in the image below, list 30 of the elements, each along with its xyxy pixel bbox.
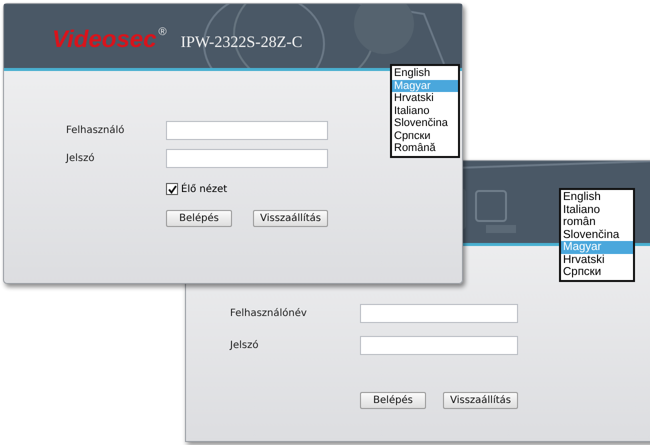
language-list[interactable]: English Italiano român Slovenčina Magyar Hrvatski Српски (559, 188, 635, 282)
field-label: Felhasználó (66, 125, 126, 136)
language-option[interactable]: român (561, 216, 633, 228)
field-label: Felhasználónév (230, 308, 308, 319)
language-option[interactable]: Italiano (392, 104, 458, 117)
login-button[interactable]: Belépés (166, 210, 232, 227)
reset-button[interactable]: Visszaállítás (443, 392, 518, 409)
reset-button[interactable]: Visszaállítás (253, 210, 328, 227)
field-label: Jelszó (230, 340, 260, 351)
language-option[interactable]: Slovenčina (561, 228, 633, 241)
language-option[interactable]: Српски (392, 130, 458, 142)
language-option[interactable]: Hrvatski (392, 92, 458, 104)
language-list[interactable]: English Magyar Hrvatski Italiano Slovenčina Српски Română (390, 64, 460, 158)
language-option[interactable]: Română (392, 142, 458, 154)
model-name: IPW-2322S-28Z-C (180, 34, 302, 52)
language-option[interactable]: Italiano (561, 204, 633, 216)
checkbox[interactable] (166, 183, 178, 195)
language-option[interactable]: Hrvatski (561, 254, 633, 266)
input-field[interactable] (166, 149, 328, 168)
input-field[interactable] (166, 121, 328, 140)
checkbox-label: Élő nézet (181, 184, 228, 194)
language-option[interactable]: English (561, 191, 633, 204)
login-button[interactable]: Belépés (360, 392, 426, 409)
input-field[interactable] (360, 304, 518, 323)
input-field[interactable] (360, 336, 518, 355)
language-option[interactable]: English (392, 67, 458, 80)
field-label: Jelszó (66, 153, 96, 164)
brand-logo: Videosec$^{®}$ (52, 26, 167, 54)
language-option[interactable]: Slovenčina (392, 117, 458, 130)
language-option[interactable]: Српски (561, 266, 633, 278)
